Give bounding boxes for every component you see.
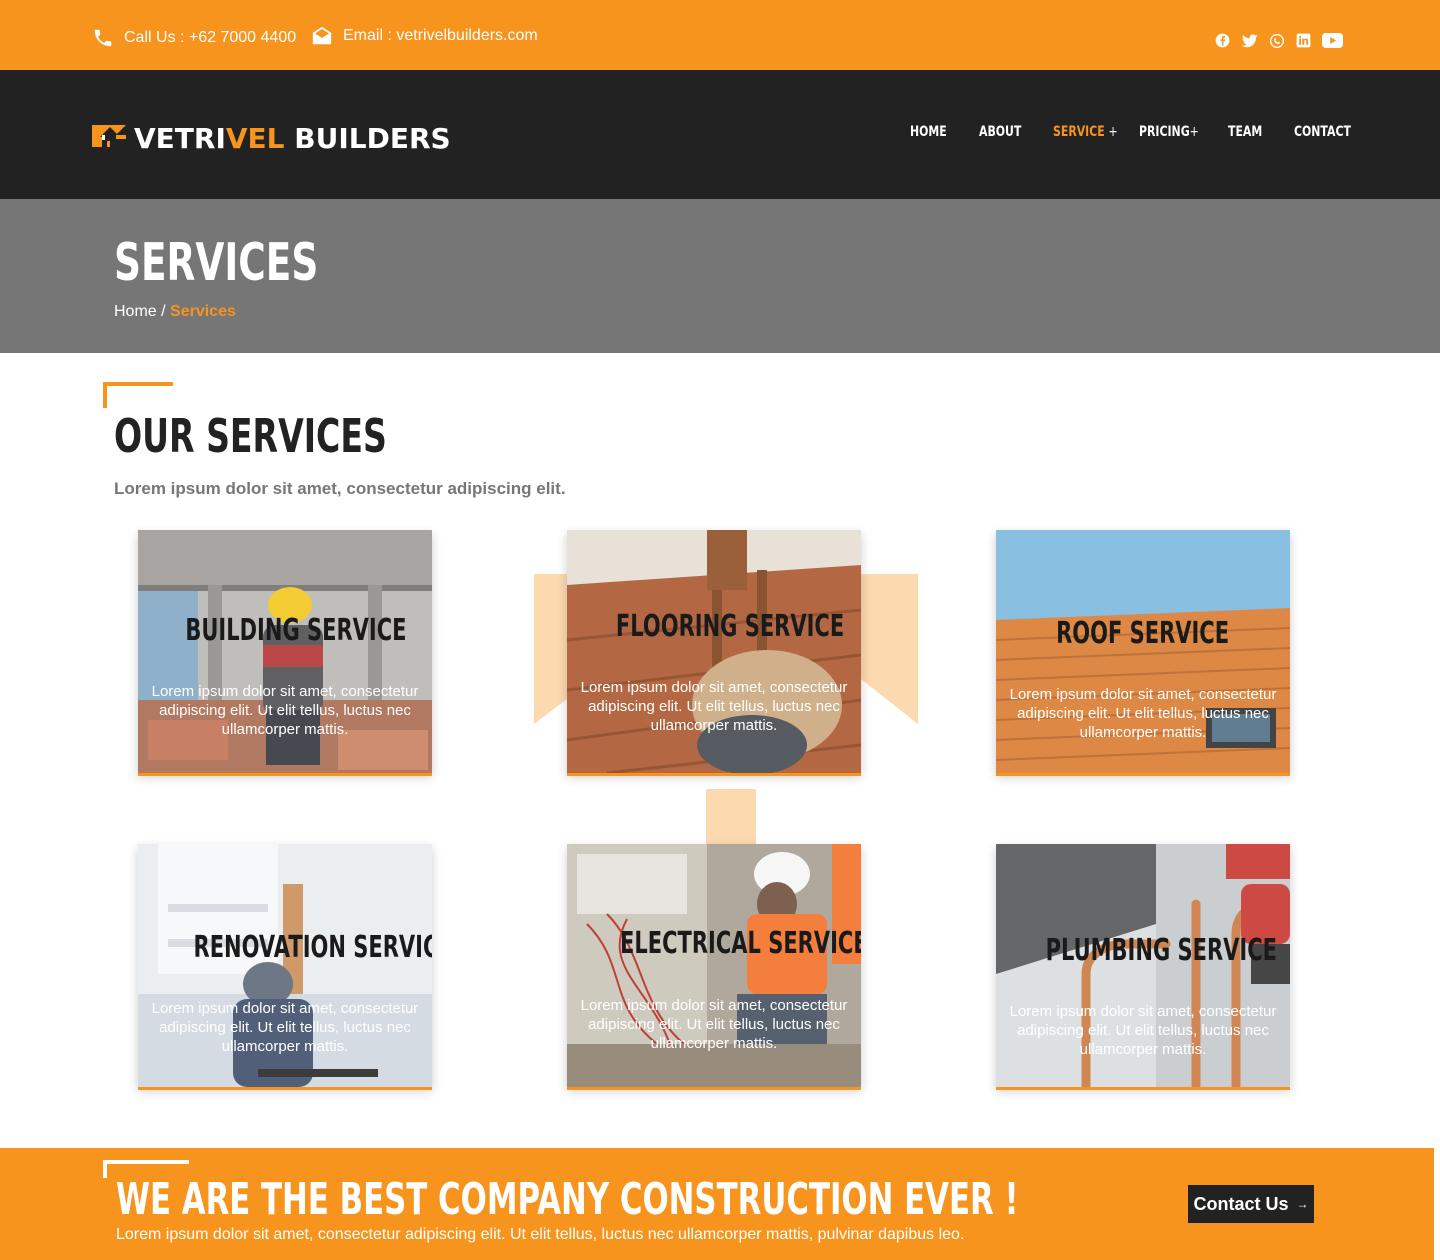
service-card-electrical[interactable]: ELECTRICAL SERVICE Lorem ipsum dolor sit…	[567, 844, 861, 1087]
main-nav: HOME ABOUT SERVICE + PRICING+ TEAM CONTA…	[910, 124, 1351, 140]
nav-contact[interactable]: CONTACT	[1294, 124, 1351, 140]
section-corner-accent	[103, 382, 173, 408]
pricing-submenu-plus[interactable]: +	[1190, 124, 1199, 140]
social-links	[1214, 32, 1343, 49]
card-description: Lorem ipsum dolor sit amet, consectetur …	[1009, 1003, 1277, 1058]
service-submenu-plus[interactable]: +	[1109, 124, 1118, 140]
service-card-plumbing[interactable]: PLUMBING SERVICE Lorem ipsum dolor sit a…	[996, 844, 1290, 1087]
logo-text: VETRIVEL BUILDERS	[134, 122, 451, 155]
card-title: ROOF SERVICE	[1056, 616, 1230, 651]
contact-us-button[interactable]: Contact Us →	[1188, 1185, 1314, 1223]
envelope-open-icon	[312, 26, 332, 45]
nav-about[interactable]: ABOUT	[979, 124, 1037, 140]
section-title: OUR SERVICES	[114, 409, 387, 463]
whatsapp-icon[interactable]	[1268, 32, 1285, 49]
email-text: Email : vetrivelbuilders.com	[343, 27, 538, 44]
breadcrumb-home[interactable]: Home	[114, 303, 157, 320]
breadcrumb-separator: /	[156, 303, 171, 320]
card-title: BUILDING SERVICE	[185, 613, 407, 648]
cta-title: WE ARE THE BEST COMPANY CONSTRUCTION EVE…	[116, 1174, 1019, 1225]
service-card-flooring[interactable]: FLOORING SERVICE Lorem ipsum dolor sit a…	[567, 530, 861, 773]
card-description: Lorem ipsum dolor sit amet, consectetur …	[1009, 686, 1277, 741]
main-header: VETRIVEL BUILDERS HOME ABOUT SERVICE + P…	[0, 70, 1440, 199]
service-card-renovation[interactable]: RENOVATION SERVICE Lorem ipsum dolor sit…	[138, 844, 432, 1087]
arrow-right-icon: →	[1296, 1197, 1309, 1211]
facebook-icon[interactable]	[1214, 32, 1231, 49]
contact-us-label: Contact Us	[1193, 1193, 1289, 1214]
linkedin-icon[interactable]	[1295, 32, 1312, 49]
phone-text: Call Us : +62 7000 4400	[124, 29, 297, 46]
card-description: Lorem ipsum dolor sit amet, consectetur …	[151, 683, 419, 738]
twitter-icon[interactable]	[1241, 32, 1258, 49]
cta-banner: WE ARE THE BEST COMPANY CONSTRUCTION EVE…	[0, 1148, 1434, 1260]
cta-text: Lorem ipsum dolor sit amet, consectetur …	[116, 1226, 965, 1243]
nav-home[interactable]: HOME	[910, 124, 964, 140]
site-logo[interactable]: VETRIVEL BUILDERS	[92, 122, 451, 155]
card-description: Lorem ipsum dolor sit amet, consectetur …	[580, 997, 848, 1052]
breadcrumb: Home / Services	[114, 303, 236, 321]
card-title: ELECTRICAL SERVICE	[620, 926, 861, 961]
card-title: FLOORING SERVICE	[615, 609, 845, 644]
phone-contact[interactable]: Call Us : +62 7000 4400	[92, 27, 296, 49]
card-title: PLUMBING SERVICE	[1045, 933, 1277, 968]
nav-team[interactable]: TEAM	[1228, 124, 1279, 140]
card-title: RENOVATION SERVICE	[193, 930, 432, 965]
service-card-roof[interactable]: ROOF SERVICE Lorem ipsum dolor sit amet,…	[996, 530, 1290, 773]
phone-icon	[94, 29, 112, 47]
email-contact[interactable]: Email : vetrivelbuilders.com	[311, 25, 538, 47]
youtube-icon[interactable]	[1322, 32, 1343, 49]
page-title: SERVICES	[114, 233, 319, 293]
service-card-building[interactable]: BUILDING SERVICE Lorem ipsum dolor sit a…	[138, 530, 432, 773]
page-banner: SERVICES Home / Services	[0, 199, 1440, 353]
section-subtitle: Lorem ipsum dolor sit amet, consectetur …	[114, 479, 566, 498]
card-description: Lorem ipsum dolor sit amet, consectetur …	[151, 1000, 419, 1055]
house-roof-logo-icon	[92, 124, 126, 147]
breadcrumb-current: Services	[170, 303, 236, 320]
top-bar: Call Us : +62 7000 4400 Email : vetrivel…	[0, 0, 1440, 70]
card-overlay	[567, 530, 861, 773]
nav-pricing[interactable]: PRICING+	[1139, 124, 1208, 140]
nav-service[interactable]: SERVICE +	[1053, 124, 1120, 140]
card-description: Lorem ipsum dolor sit amet, consectetur …	[580, 679, 848, 734]
